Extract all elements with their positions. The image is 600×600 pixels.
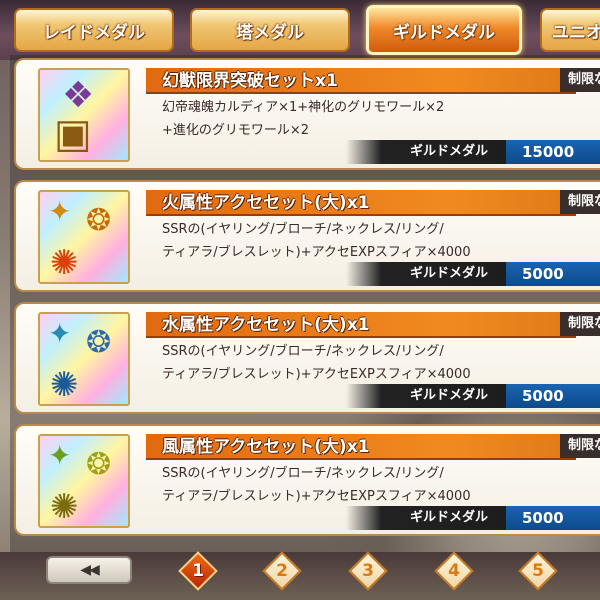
shop-item-card[interactable]: ✦ ❂ ✺ 水属性アクセセット(大)x1 制限な SSRの(イヤリング/ブローチ… xyxy=(14,302,600,414)
cost-currency-label: ギルドメダル xyxy=(346,262,506,286)
item-description-line: +進化のグリモワール×2 xyxy=(162,123,310,138)
item-description: SSRの(イヤリング/ブローチ/ネックレス/リング/ ティアラ/ブレスレット)+… xyxy=(162,218,582,264)
item-description-line: SSRの(イヤリング/ブローチ/ネックレス/リング/ xyxy=(162,222,444,237)
item-description-line: ティアラ/ブレスレット)+アクセEXPスフィア×4000 xyxy=(162,489,471,504)
item-description: 幻帝魂魄カルディア×1+神化のグリモワール×2 +進化のグリモワール×2 xyxy=(162,96,582,142)
fire-accessory-set-icon: ✦ ❂ ✺ xyxy=(38,190,130,284)
cost-value: 15000 xyxy=(506,140,600,164)
cost-value: 5000 xyxy=(506,262,600,286)
purchase-limit-badge: 制限な xyxy=(560,68,600,92)
shop-item-card[interactable]: ❖ ▣ 幻獣限界突破セットx1 制限な 幻帝魂魄カルディア×1+神化のグリモワー… xyxy=(14,58,600,170)
cost-value: 5000 xyxy=(506,506,600,530)
tab-tower-medal[interactable]: 塔メダル xyxy=(190,8,350,52)
first-page-button[interactable]: ◀◀ xyxy=(46,556,132,584)
tab-label: 塔メダル xyxy=(236,22,304,43)
cost-currency-label: ギルドメダル xyxy=(346,140,506,164)
page-number: 2 xyxy=(276,561,288,581)
page-button-5[interactable]: 5 xyxy=(518,551,558,591)
page-button-4[interactable]: 4 xyxy=(434,551,474,591)
tab-raid-medal[interactable]: レイドメダル xyxy=(14,8,174,52)
item-description-line: SSRの(イヤリング/ブローチ/ネックレス/リング/ xyxy=(162,466,444,481)
cost-currency-label: ギルドメダル xyxy=(346,506,506,530)
item-description: SSRの(イヤリング/ブローチ/ネックレス/リング/ ティアラ/ブレスレット)+… xyxy=(162,340,582,386)
shop-tab-bar: レイドメダル 塔メダル ギルドメダル ユニオ xyxy=(0,0,600,60)
item-description-line: ティアラ/ブレスレット)+アクセEXPスフィア×4000 xyxy=(162,367,471,382)
purchase-limit-badge: 制限な xyxy=(560,312,600,336)
tab-guild-medal[interactable]: ギルドメダル xyxy=(366,5,522,55)
item-description-line: 幻帝魂魄カルディア×1+神化のグリモワール×2 xyxy=(162,100,445,115)
page-button-1[interactable]: 1 xyxy=(178,551,218,591)
purchase-limit-badge: 制限な xyxy=(560,190,600,214)
double-left-arrow-icon: ◀◀ xyxy=(80,562,99,578)
treasure-chest-icon: ❖ ▣ xyxy=(38,68,130,162)
item-title: 幻獣限界突破セットx1 xyxy=(162,71,338,91)
page-number: 3 xyxy=(362,561,374,581)
page-number: 4 xyxy=(448,561,460,581)
cost-value: 5000 xyxy=(506,384,600,408)
purchase-limit-badge: 制限な xyxy=(560,434,600,458)
tab-label: ユニオ xyxy=(552,22,600,43)
item-title: 火属性アクセセット(大)x1 xyxy=(162,193,370,213)
page-number: 5 xyxy=(532,561,544,581)
shop-item-card[interactable]: ✦ ❂ ✺ 火属性アクセセット(大)x1 制限な SSRの(イヤリング/ブローチ… xyxy=(14,180,600,292)
tab-union-medal[interactable]: ユニオ xyxy=(540,8,600,52)
page-number: 1 xyxy=(192,561,204,581)
item-description: SSRの(イヤリング/ブローチ/ネックレス/リング/ ティアラ/ブレスレット)+… xyxy=(162,462,582,508)
cost-currency-label: ギルドメダル xyxy=(346,384,506,408)
item-title: 水属性アクセセット(大)x1 xyxy=(162,315,370,335)
item-title: 風属性アクセセット(大)x1 xyxy=(162,437,370,457)
wind-accessory-set-icon: ✦ ❂ ✺ xyxy=(38,434,130,528)
water-accessory-set-icon: ✦ ❂ ✺ xyxy=(38,312,130,406)
item-description-line: ティアラ/ブレスレット)+アクセEXPスフィア×4000 xyxy=(162,245,471,260)
page-button-3[interactable]: 3 xyxy=(348,551,388,591)
tab-label: レイドメダル xyxy=(43,22,145,43)
item-description-line: SSRの(イヤリング/ブローチ/ネックレス/リング/ xyxy=(162,344,444,359)
page-button-2[interactable]: 2 xyxy=(262,551,302,591)
shop-item-card[interactable]: ✦ ❂ ✺ 風属性アクセセット(大)x1 制限な SSRの(イヤリング/ブローチ… xyxy=(14,424,600,536)
tab-label: ギルドメダル xyxy=(393,22,495,43)
